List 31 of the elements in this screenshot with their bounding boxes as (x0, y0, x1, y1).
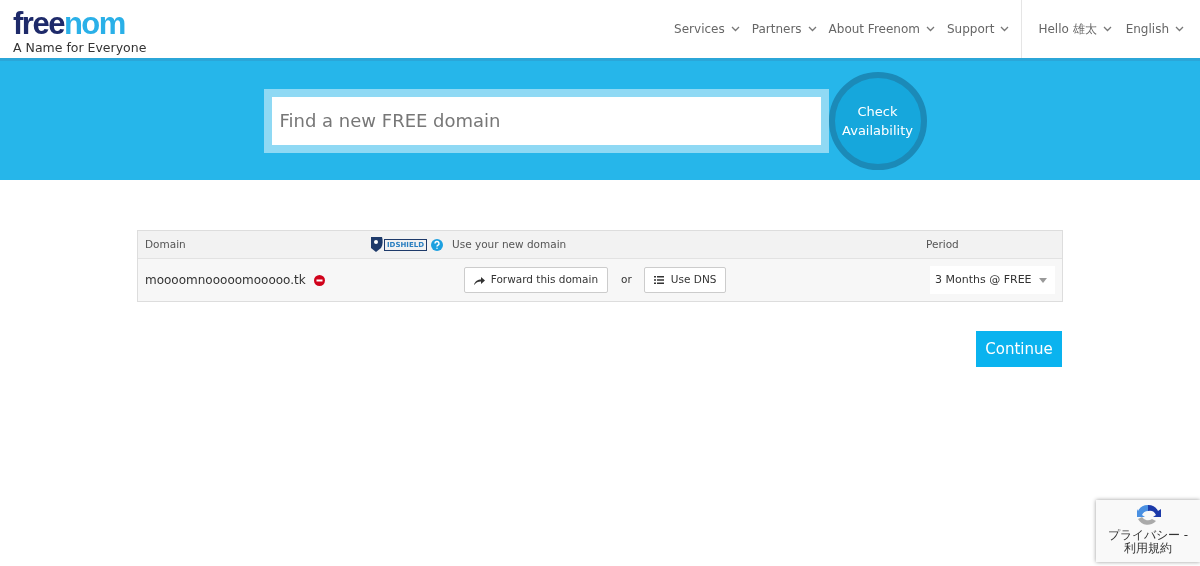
nav-menu-item[interactable]: About Freenom (828, 20, 935, 38)
column-header: Domain (144, 236, 187, 252)
chevron-down-icon (1175, 26, 1184, 32)
account-menu-item[interactable]: Hello 雄太 (1038, 20, 1112, 38)
recaptcha-link[interactable]: 利用規約 (1124, 542, 1172, 555)
chevron-down-icon (926, 26, 935, 32)
column-header: Period (926, 236, 959, 252)
chevron-down-icon (730, 26, 740, 32)
use-dns-button[interactable]: Use DNS (643, 267, 727, 293)
account-menu-item[interactable]: English (1125, 20, 1184, 38)
search-field[interactable]: Find a new FREE domain (263, 88, 829, 153)
chevron-down-icon (1000, 26, 1010, 32)
logo-tagline: A Name for Everyone (13, 39, 147, 57)
help-icon[interactable] (431, 238, 443, 251)
list-icon (653, 276, 664, 284)
period-dropdown[interactable]: 3 Months @ FREE (930, 266, 1055, 294)
remove-icon[interactable] (313, 274, 325, 286)
domain-name: moooomnooooomooooo.tk (144, 272, 306, 289)
recaptcha-link[interactable]: プライバシー - (1107, 529, 1189, 542)
dropdown-caret-icon (1039, 277, 1047, 283)
or-label: or (621, 272, 632, 288)
nav-menu-item[interactable]: Services (674, 20, 740, 38)
share-arrow-icon (473, 275, 485, 285)
chevron-down-icon (1102, 26, 1112, 32)
forward-domain-button[interactable]: Forward this domain (463, 267, 609, 293)
recaptcha-badge[interactable]: プライバシー - 利用規約 (1096, 500, 1200, 562)
freenom-logo[interactable]: freenom (13, 10, 147, 38)
nav-menu-item[interactable]: Partners (751, 20, 817, 38)
column-header: Use your new domain (452, 236, 568, 252)
chevron-down-icon (807, 26, 817, 32)
nav-menu-item[interactable]: Support (947, 20, 1010, 38)
